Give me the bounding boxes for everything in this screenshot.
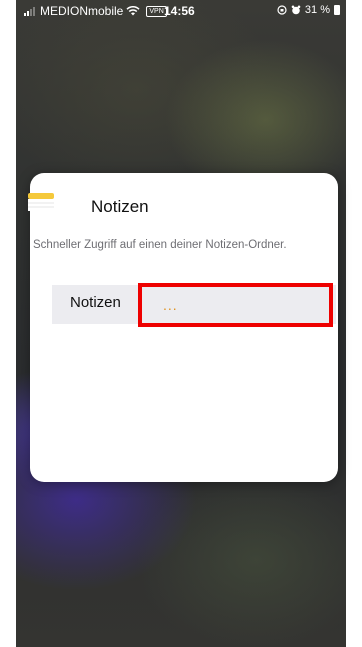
orientation-lock-icon bbox=[277, 5, 287, 15]
clock: 14:56 bbox=[164, 4, 195, 18]
carrier-name: MEDIONmobile bbox=[40, 4, 124, 18]
battery-percentage: 31 % bbox=[304, 4, 330, 16]
alarm-icon bbox=[291, 5, 301, 15]
status-right: 31 % bbox=[277, 4, 340, 16]
status-left: MEDIONmobile VPN bbox=[24, 4, 167, 18]
widget-title: Notizen bbox=[91, 197, 149, 216]
status-bar: MEDIONmobile VPN 14:56 31 % bbox=[16, 0, 346, 22]
notes-app-icon bbox=[28, 193, 54, 211]
signal-icon bbox=[24, 6, 35, 16]
highlight-box bbox=[138, 283, 333, 327]
wifi-icon bbox=[126, 6, 140, 16]
widget-description: Schneller Zugriff auf einen deiner Notiz… bbox=[33, 239, 287, 251]
page: MEDIONmobile VPN 14:56 31 % Notizen Schn… bbox=[0, 0, 362, 647]
notes-widget-card bbox=[30, 173, 338, 482]
battery-icon bbox=[334, 5, 340, 15]
folder-label: Notizen bbox=[70, 294, 121, 311]
